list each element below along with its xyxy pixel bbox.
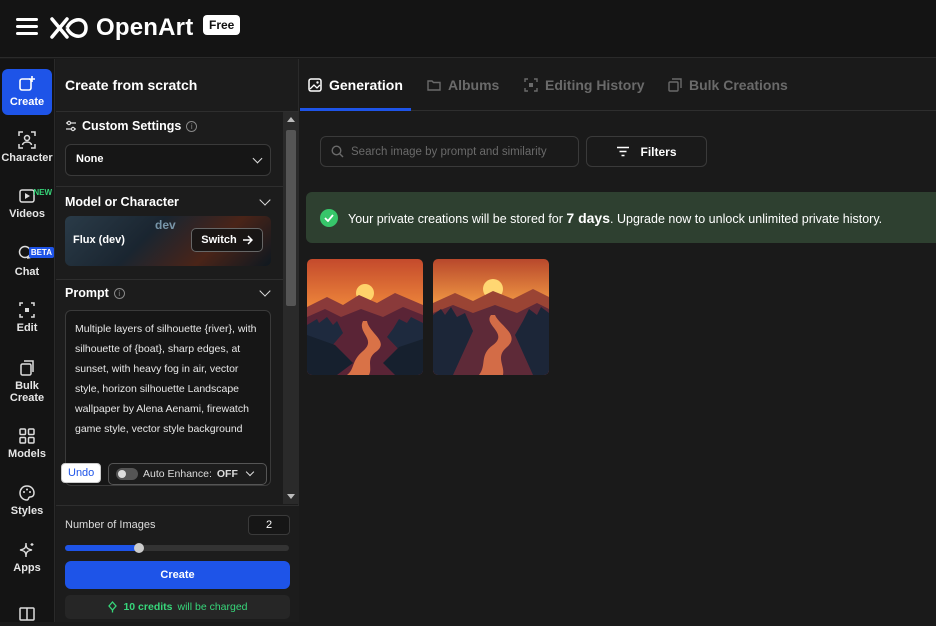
edit-icon (19, 302, 35, 318)
storage-banner: Your private creations will be stored fo… (306, 192, 936, 243)
tab-bar: Generation Albums Editing History Bulk C… (300, 59, 936, 111)
panel-scrollbar[interactable] (283, 112, 299, 504)
sliders-icon (66, 120, 76, 132)
create-panel: Create from scratch Custom Settings i No… (56, 59, 299, 622)
panel-title: Create from scratch (65, 77, 198, 93)
chevron-down-icon (252, 153, 263, 164)
brand-name: OpenArt (96, 14, 194, 41)
search-icon (331, 145, 344, 158)
info-icon[interactable]: i (186, 120, 198, 132)
left-nav: Create Character NEW Videos BETA Chat Ed… (0, 59, 55, 622)
nav-label: Create (9, 96, 45, 108)
num-images-slider[interactable] (65, 543, 289, 553)
custom-settings-select[interactable]: None (65, 144, 271, 176)
switch-model-button[interactable]: Switch (191, 228, 263, 252)
model-card[interactable]: dev Flux (dev) Switch (65, 216, 271, 266)
create-button[interactable]: Create (65, 561, 290, 589)
image-icon (308, 78, 322, 92)
nav-label: Apps (13, 562, 41, 574)
create-icon (19, 76, 35, 91)
scroll-down-icon[interactable] (287, 494, 295, 499)
character-icon (18, 131, 36, 149)
divider (56, 186, 283, 187)
new-tag: NEW (33, 188, 52, 197)
slider-handle[interactable] (133, 543, 144, 553)
prompt-label: Prompt i (65, 286, 125, 300)
info-icon[interactable]: i (113, 287, 125, 299)
custom-settings-label: Custom Settings i (65, 119, 198, 133)
tab-generation[interactable]: Generation (308, 59, 403, 111)
chevron-down-icon (245, 467, 255, 477)
auto-enhance-toggle[interactable]: Auto Enhance: OFF (108, 463, 267, 485)
main-area: Generation Albums Editing History Bulk C… (300, 59, 936, 622)
undo-button[interactable]: Undo (61, 463, 102, 483)
num-images-input[interactable]: 2 (248, 515, 290, 535)
nav-item-create[interactable]: Create (2, 69, 52, 115)
nav-item-models[interactable]: Models (2, 427, 52, 460)
top-bar: OpenArt Free (0, 0, 936, 58)
check-circle-icon (320, 208, 338, 227)
arrow-right-icon (242, 235, 253, 245)
generated-image-thumbnail[interactable] (433, 259, 549, 375)
nav-item-styles[interactable]: Styles (2, 484, 52, 517)
nav-item-bulk-create[interactable]: Bulk Create (2, 359, 52, 404)
num-images-label: Number of Images (65, 519, 156, 531)
plan-badge: Free (203, 15, 241, 35)
toggle-switch[interactable] (116, 468, 138, 480)
nav-item-character[interactable]: Character (1, 131, 53, 164)
nav-label: Edit (16, 322, 38, 334)
tab-bulk-creations[interactable]: Bulk Creations (668, 59, 788, 111)
nav-item-videos[interactable]: NEW Videos (2, 187, 52, 220)
sparkle-icon (19, 542, 34, 558)
bulk-icon (668, 78, 682, 92)
filter-icon (617, 146, 630, 157)
nav-label: Character (1, 152, 53, 164)
model-section-label: Model or Character (65, 195, 179, 209)
nav-label: Bulk Create (9, 380, 45, 404)
filters-button[interactable]: Filters (586, 136, 707, 167)
prompt-textarea[interactable]: Multiple layers of silhouette {river}, w… (65, 310, 271, 486)
tab-albums[interactable]: Albums (427, 59, 499, 111)
bulk-create-icon (20, 360, 34, 376)
nav-label: Styles (10, 505, 44, 517)
scroll-thumb[interactable] (286, 130, 296, 306)
edit-history-icon (524, 78, 538, 92)
search-input[interactable]: Search image by prompt and similarity (320, 136, 579, 167)
nav-item-edit[interactable]: Edit (2, 301, 52, 334)
book-icon (19, 607, 35, 621)
folder-icon (427, 80, 441, 91)
beta-tag: BETA (28, 247, 54, 258)
nav-label: Videos (9, 208, 45, 220)
models-icon (19, 428, 35, 444)
logo[interactable]: OpenArt (48, 12, 193, 44)
divider (56, 279, 283, 280)
scroll-up-icon[interactable] (287, 117, 295, 122)
slider-fill (65, 545, 139, 551)
generate-footer: Number of Images 2 Create 10 credits wil… (56, 505, 299, 622)
chevron-down-icon[interactable] (259, 285, 271, 297)
chevron-down-icon[interactable] (259, 194, 271, 206)
nav-item-more[interactable] (2, 605, 52, 626)
tab-editing-history[interactable]: Editing History (524, 59, 645, 111)
model-name: Flux (dev) (73, 234, 125, 246)
active-tab-indicator (300, 108, 411, 111)
generated-image-thumbnail[interactable] (307, 259, 423, 375)
nav-label: Models (8, 448, 46, 460)
palette-icon (19, 485, 35, 501)
credit-icon (108, 601, 118, 613)
credits-notice: 10 credits will be charged (65, 595, 290, 619)
openart-logo-icon (50, 17, 88, 39)
nav-label: Chat (14, 266, 40, 278)
nav-item-chat[interactable]: BETA Chat (2, 245, 54, 278)
menu-icon[interactable] (16, 18, 38, 36)
nav-item-apps[interactable]: Apps (2, 541, 52, 574)
